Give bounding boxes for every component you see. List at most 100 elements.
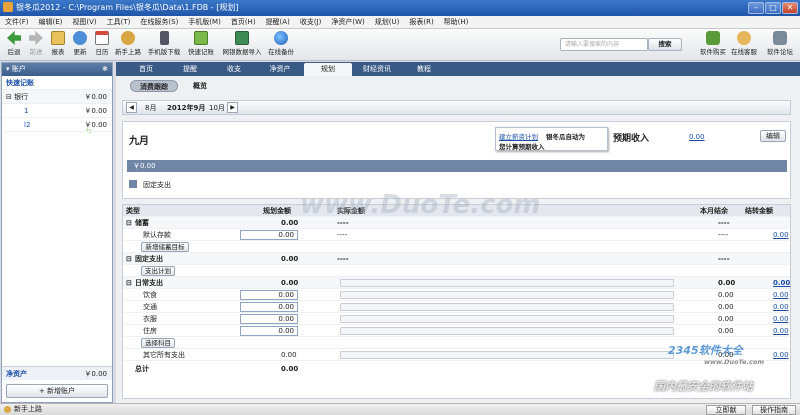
row-carry[interactable]: 0.00 <box>773 289 789 301</box>
next-month[interactable]: 10月 <box>209 103 225 113</box>
planned-input[interactable]: 0.00 <box>240 290 298 300</box>
menu-edit[interactable]: 编辑(E) <box>34 16 68 29</box>
account-group-label: 银行 <box>14 93 29 101</box>
expand-icon[interactable]: ⊟ <box>6 93 14 101</box>
menu-online[interactable]: 在线服务(S) <box>135 16 183 29</box>
planned-input[interactable]: 0.00 <box>240 230 298 240</box>
next-month-icon[interactable]: ▶ <box>227 102 238 113</box>
forum-button[interactable]: 软件论坛 <box>764 30 796 56</box>
tab-networth[interactable]: 净资产 <box>256 63 304 76</box>
total-value: 0.00 <box>281 365 299 373</box>
menu-plan[interactable]: 规划(U) <box>370 16 405 29</box>
report-button[interactable]: 报表 <box>48 30 68 56</box>
month-navigator: ◀ 8月 2012年9月 10月 ▶ <box>122 100 791 115</box>
gear-icon[interactable]: ✱ <box>102 63 108 76</box>
menu-bar: 文件(F) 编辑(E) 视图(V) 工具(T) 在线服务(S) 手机版(M) 首页(H) 提醒… <box>0 16 800 29</box>
menu-networth[interactable]: 净资产(W) <box>326 16 369 29</box>
update-button[interactable]: 更新 <box>70 30 90 56</box>
table-row: 新增储蓄目标 <box>123 241 790 253</box>
row-carry[interactable]: 0.00 <box>773 349 789 361</box>
salary-plan-link[interactable]: 建立薪资计划 <box>499 131 538 141</box>
category-planned: 0.00 <box>281 279 299 287</box>
month-label: 九月 <box>129 136 149 147</box>
category-carry[interactable]: 0.00 <box>773 277 790 289</box>
expected-income-value[interactable]: 0.00 <box>689 133 705 141</box>
table-row: 饮食 0.00 0.00 0.00 <box>123 289 790 301</box>
status-button-1[interactable]: 立即献 <box>706 405 746 415</box>
newbie-button[interactable]: 新手上路 <box>113 30 143 56</box>
row-label: 住房 <box>143 327 157 335</box>
select-category-button[interactable]: 选择科目 <box>141 338 175 348</box>
tab-tutorial[interactable]: 教程 <box>402 63 446 76</box>
category-balance: 0.00 <box>718 279 736 287</box>
row-carry[interactable]: 0.00 <box>773 325 789 337</box>
quick-record-button[interactable]: 快速记账 <box>186 30 216 56</box>
site-url-watermark: www.DuoTe.com <box>704 358 765 366</box>
tab-plan[interactable]: 规划 <box>304 63 352 76</box>
tab-remind[interactable]: 提醒 <box>168 63 212 76</box>
menu-income[interactable]: 收支(J) <box>295 16 327 29</box>
menu-home[interactable]: 首页(H) <box>226 16 261 29</box>
category-planned: 0.00 <box>281 255 299 263</box>
prev-month-icon[interactable]: ◀ <box>126 102 137 113</box>
row-carry[interactable]: 0.00 <box>773 301 789 313</box>
tab-income[interactable]: 收支 <box>212 63 256 76</box>
forum-icon <box>773 31 787 45</box>
bank-import-button[interactable]: 网银数据导入 <box>220 30 264 56</box>
tab-finance-news[interactable]: 财经资讯 <box>352 63 402 76</box>
planned-input[interactable]: 0.00 <box>240 326 298 336</box>
row-carry[interactable]: 0.00 <box>773 313 789 325</box>
menu-help[interactable]: 帮助(H) <box>439 16 474 29</box>
plan-total-bar: ￥0.00 <box>127 160 787 172</box>
subtab-spending-track[interactable]: 消费跟踪 <box>130 80 178 92</box>
menu-view[interactable]: 视图(V) <box>67 16 101 29</box>
row-balance: ---- <box>718 231 729 239</box>
add-savings-goal-button[interactable]: 新增储蓄目标 <box>141 242 189 252</box>
menu-tools[interactable]: 工具(T) <box>102 16 136 29</box>
buy-software-button[interactable]: 软件购买 <box>700 30 726 56</box>
online-service-button[interactable]: 在线客服 <box>728 30 760 56</box>
main-tabs: 首页 提醒 收支 净资产 规划 财经资讯 教程 <box>116 62 800 76</box>
collapse-icon[interactable]: ⊟ <box>126 217 132 229</box>
search-button[interactable]: 搜索 <box>648 38 682 51</box>
prev-month[interactable]: 8月 <box>145 103 156 113</box>
online-backup-button[interactable]: 在线备份 <box>266 30 296 56</box>
menu-report[interactable]: 报表(R) <box>404 16 438 29</box>
edit-button[interactable]: 编辑 <box>760 130 786 142</box>
maximize-button[interactable]: □ <box>765 2 781 14</box>
table-row: ⊟ 固定支出 0.00 ---- ---- <box>123 253 790 265</box>
calendar-button[interactable]: 日历 <box>92 30 112 56</box>
forward-arrow-icon <box>29 31 43 45</box>
collapse-icon[interactable]: ⊟ <box>126 253 132 265</box>
account-item[interactable]: 1 ￥0.00 <box>2 104 112 118</box>
planned-input[interactable]: 0.00 <box>240 314 298 324</box>
account-item[interactable]: l2 ￥0.00 <box>2 118 112 132</box>
collapse-icon[interactable]: ⊟ <box>126 277 132 289</box>
status-newbie-link[interactable]: 新手上路 <box>14 404 42 415</box>
minimize-button[interactable]: – <box>748 2 764 14</box>
subtab-overview[interactable]: 概览 <box>182 80 218 92</box>
tab-home[interactable]: 首页 <box>124 63 168 76</box>
category-label: 储蓄 <box>135 219 149 227</box>
window-title: 银冬瓜2012 - C:\Program Files\银冬瓜\Data\1.FD… <box>16 3 239 12</box>
bank-import-icon <box>235 31 249 45</box>
back-button[interactable]: 后退 <box>4 30 24 56</box>
row-carry[interactable]: 0.00 <box>773 229 789 241</box>
guide-button[interactable]: 操作指南 <box>752 405 796 415</box>
search-input[interactable]: 请输入要搜索的内容 <box>560 38 648 51</box>
app-icon <box>3 2 13 12</box>
quick-record-icon <box>194 31 208 45</box>
menu-mobile[interactable]: 手机版(M) <box>183 16 226 29</box>
account-panel-header: ▾ 账户 ⇆ ✱ <box>2 63 112 135</box>
forward-button[interactable]: 前进 <box>26 30 46 56</box>
close-button[interactable]: ✕ <box>782 2 798 14</box>
account-panel: ▾ 账户 ⇆ ✱ 快速记账 ⊟ 银行 ￥0.00 1 ￥0.00 l2 ￥0.0… <box>1 62 113 403</box>
planned-input[interactable]: 0.00 <box>240 302 298 312</box>
mobile-download-button[interactable]: 手机版下载 <box>146 30 182 56</box>
menu-file[interactable]: 文件(F) <box>0 16 34 29</box>
quick-record-link[interactable]: 快速记账 <box>2 76 112 90</box>
add-account-button[interactable]: + 新增账户 <box>6 384 108 398</box>
expense-plan-button[interactable]: 支出计划 <box>141 266 175 276</box>
account-group-bank[interactable]: ⊟ 银行 ￥0.00 <box>2 90 112 104</box>
menu-remind[interactable]: 提醒(A) <box>261 16 295 29</box>
